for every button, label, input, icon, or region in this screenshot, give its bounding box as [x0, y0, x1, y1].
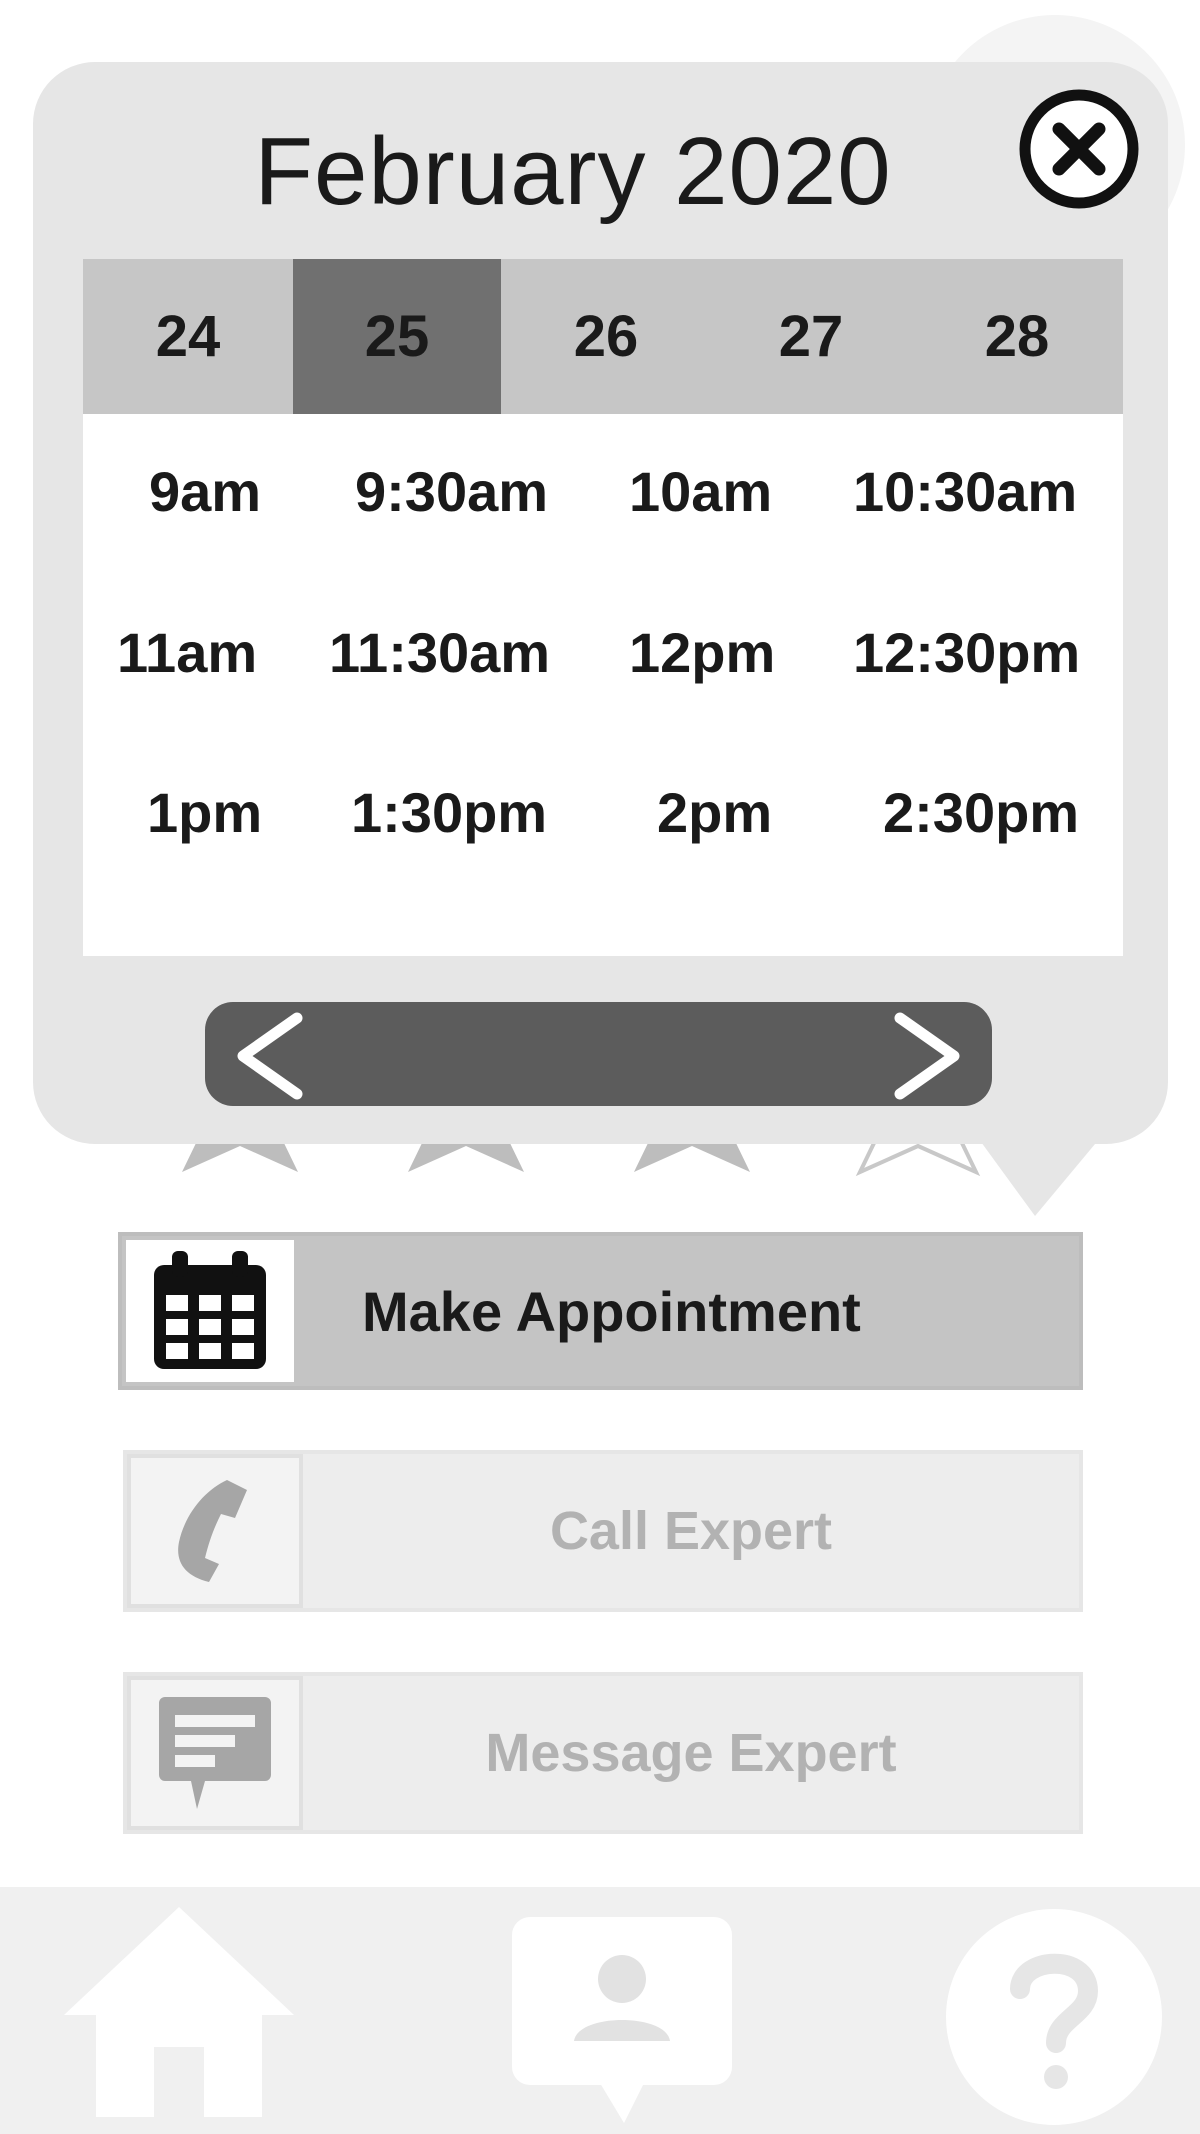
message-icon [159, 1697, 271, 1809]
message-expert-label: Message Expert [485, 1723, 897, 1783]
message-expert-button[interactable]: Message Expert [123, 1672, 1083, 1834]
time-slot[interactable]: 10:30am [853, 459, 1077, 524]
call-expert-button[interactable]: Call Expert [123, 1450, 1083, 1612]
contact-chat-icon[interactable] [512, 1917, 732, 2127]
time-slot[interactable]: 11:30am [329, 620, 550, 685]
appointment-calendar-popup: February 2020 24 25 26 27 28 9am 9:30am … [33, 62, 1168, 1144]
help-icon[interactable] [944, 1907, 1164, 2127]
message-expert-icon-box [127, 1676, 303, 1830]
day-28[interactable]: 28 [911, 259, 1123, 414]
phone-icon [178, 1480, 247, 1582]
day-26[interactable]: 26 [501, 259, 711, 414]
popup-pointer [965, 1120, 1115, 1216]
chevron-right-icon[interactable] [872, 1002, 982, 1106]
time-slot[interactable]: 9am [149, 459, 261, 524]
time-slot[interactable]: 11am [117, 620, 257, 685]
call-expert-icon-box [127, 1454, 303, 1608]
close-icon[interactable] [1018, 88, 1140, 210]
make-appointment-button[interactable]: Make Appointment [118, 1232, 1083, 1390]
day-25-selected[interactable]: 25 [293, 259, 501, 414]
day-27[interactable]: 27 [711, 259, 911, 414]
bottom-nav [0, 1887, 1200, 2134]
chevron-left-icon[interactable] [215, 1002, 325, 1106]
month-title: February 2020 [254, 118, 892, 225]
day-24[interactable]: 24 [83, 259, 293, 414]
week-pager [205, 1002, 992, 1106]
time-slot[interactable]: 12pm [629, 620, 775, 685]
call-expert-label: Call Expert [549, 1501, 833, 1561]
make-appointment-label: Make Appointment [362, 1279, 861, 1343]
home-icon[interactable] [64, 1907, 294, 2117]
time-slot[interactable]: 12:30pm [853, 620, 1080, 685]
day-selector: 24 25 26 27 28 [83, 259, 1123, 414]
time-slot-grid: 9am 9:30am 10am 10:30am 11am 11:30am 12p… [83, 414, 1123, 956]
time-slot[interactable]: 2:30pm [883, 780, 1079, 845]
time-slot[interactable]: 2pm [657, 780, 772, 845]
time-slot[interactable]: 10am [629, 459, 772, 524]
time-slot[interactable]: 1pm [147, 780, 262, 845]
time-slot[interactable]: 9:30am [355, 459, 548, 524]
time-slot[interactable]: 1:30pm [351, 780, 547, 845]
